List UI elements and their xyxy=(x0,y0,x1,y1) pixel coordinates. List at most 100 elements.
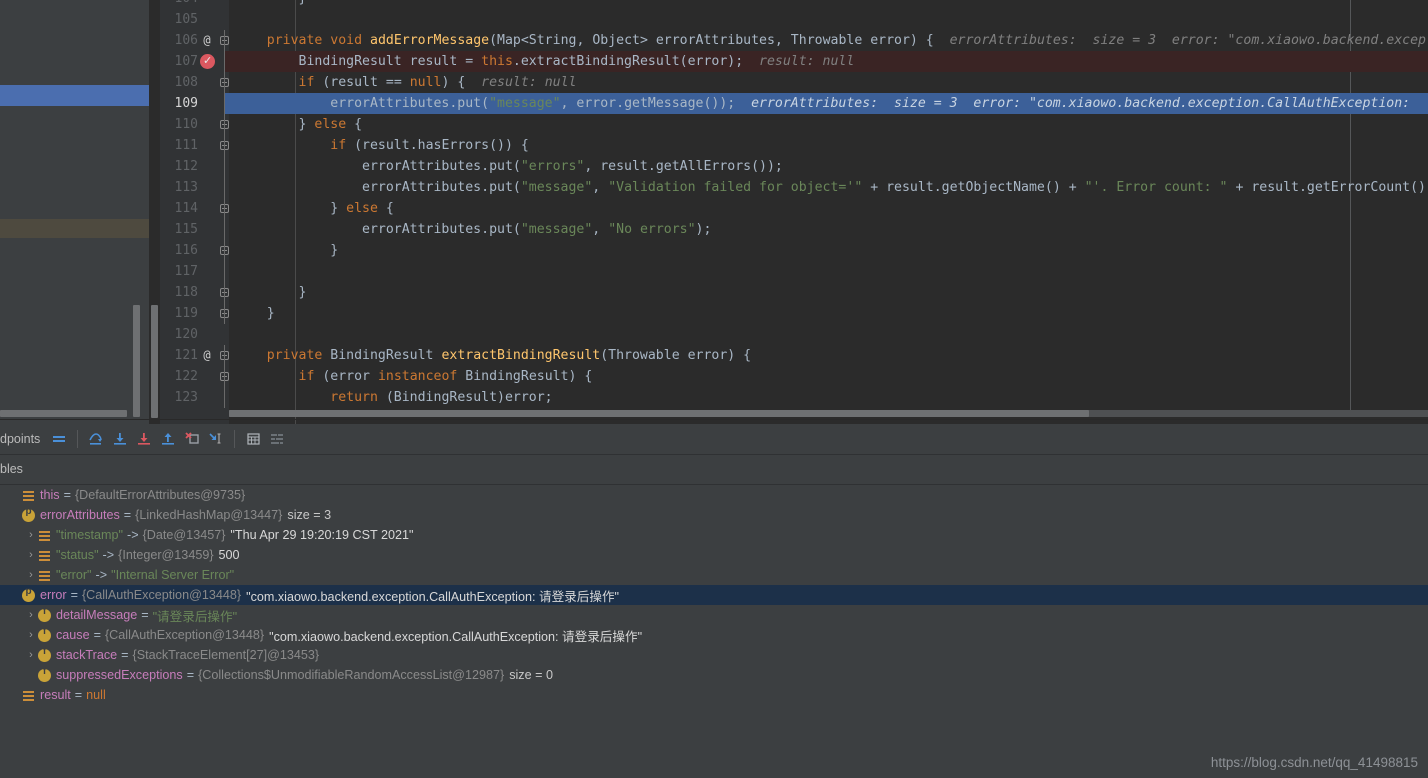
run-to-cursor-icon[interactable] xyxy=(205,428,227,450)
expand-arrow-icon[interactable]: › xyxy=(24,569,38,581)
left-panel-horizontal-scrollbar[interactable] xyxy=(0,410,127,417)
panel-divider[interactable] xyxy=(149,0,150,424)
expand-arrow-icon[interactable]: › xyxy=(8,489,22,501)
line-number: 118 xyxy=(174,285,198,300)
variable-name: detailMessage xyxy=(56,608,138,622)
code-text: private BindingResult extractBindingResu… xyxy=(266,348,752,363)
expand-arrow-icon[interactable]: › xyxy=(24,609,38,621)
watermark-url: https://blog.csdn.net/qq_41498815 xyxy=(1210,755,1418,770)
code-line[interactable]: 118 } xyxy=(160,282,1428,303)
code-line[interactable]: 111 if (result.hasErrors()) { xyxy=(160,135,1428,156)
variable-value: "Thu Apr 29 19:20:19 CST 2021" xyxy=(230,528,414,542)
variable-reference: {CallAuthException@13448} xyxy=(81,588,242,602)
step-out-icon[interactable] xyxy=(157,428,179,450)
variable-row[interactable]: › cause={CallAuthException@13448} "com.xia… xyxy=(0,625,1428,645)
variable-value: 500 xyxy=(218,548,240,562)
code-line[interactable]: 116 } xyxy=(160,240,1428,261)
variable-value: null xyxy=(86,688,106,702)
code-line[interactable]: 119 } xyxy=(160,303,1428,324)
debugger-toolbar: dpoints xyxy=(0,424,1428,454)
expand-arrow-icon[interactable]: › xyxy=(24,549,38,561)
variables-tree[interactable]: ›this={DefaultErrorAttributes@9735}›erro… xyxy=(0,485,1428,778)
code-viewport[interactable]: 104 } 105 106@ private void addErrorMessag… xyxy=(160,0,1428,424)
variable-value: "com.xiaowo.backend.exception.CallAuthEx… xyxy=(269,629,643,644)
drop-frame-icon[interactable] xyxy=(181,428,203,450)
variable-size: size = 3 xyxy=(287,508,332,522)
line-number: 106 xyxy=(174,33,198,48)
line-number: 105 xyxy=(174,12,198,27)
show-execution-point-icon[interactable] xyxy=(48,428,70,450)
editor-vertical-scrollbar[interactable] xyxy=(151,305,158,418)
code-line[interactable]: 107 BindingResult result = this.extractB… xyxy=(160,50,1428,72)
code-line[interactable]: 115 errorAttributes.put("message", "No e… xyxy=(160,219,1428,240)
variable-row[interactable]: › stackTrace={StackTraceElement[27]@13453… xyxy=(0,645,1428,665)
code-line[interactable]: 117 xyxy=(160,261,1428,282)
line-number: 122 xyxy=(174,369,198,384)
fold-guide-line xyxy=(224,387,225,408)
evaluate-expression-icon[interactable] xyxy=(242,428,264,450)
code-line[interactable]: 123 return (BindingResult)error; xyxy=(160,387,1428,408)
variable-assign-operator: = xyxy=(123,508,132,522)
variable-assign-operator: = xyxy=(121,648,129,662)
left-split-panel[interactable] xyxy=(0,0,149,424)
expand-arrow-icon[interactable]: › xyxy=(24,649,38,661)
code-line[interactable]: 106 @ private void addErrorMessage(Map<St… xyxy=(160,30,1428,51)
override-annotation-icon[interactable]: @ xyxy=(200,345,214,366)
variable-reference: {Collections$UnmodifiableRandomAccessLis… xyxy=(198,668,505,682)
code-line[interactable]: 105 xyxy=(160,9,1428,30)
breakpoint-icon[interactable] xyxy=(200,50,215,71)
code-line[interactable]: 112 errorAttributes.put("errors", result… xyxy=(160,156,1428,177)
editor-horizontal-scrollbar-thumb[interactable] xyxy=(229,410,1089,417)
fold-guide-line xyxy=(224,240,225,261)
variable-row[interactable]: › "error" -> "Internal Server Error" xyxy=(0,565,1428,585)
force-step-into-icon[interactable] xyxy=(133,428,155,450)
variable-row[interactable]: › this={DefaultErrorAttributes@9735} xyxy=(0,485,1428,505)
variable-row[interactable]: › result=null xyxy=(0,685,1428,705)
value-icon xyxy=(38,550,51,561)
value-icon xyxy=(38,570,51,581)
variable-name: result xyxy=(40,688,71,702)
debugger-panel: dpoints bles this = {DefaultErrorAttribu… xyxy=(0,424,1428,778)
code-line[interactable]: 113 errorAttributes.put("message", "Vali… xyxy=(160,177,1428,198)
line-number: 117 xyxy=(174,264,198,279)
code-line[interactable]: 109 errorAttributes.put("message", error… xyxy=(160,93,1428,114)
step-into-icon[interactable] xyxy=(109,428,131,450)
override-annotation-icon[interactable]: @ xyxy=(200,30,214,51)
code-line[interactable]: 108 if (result == null) { result: null xyxy=(160,72,1428,93)
code-line[interactable]: 120 xyxy=(160,324,1428,345)
settings-icon[interactable] xyxy=(266,428,288,450)
variable-row[interactable]: › "status" -> {Integer@13459} 500 xyxy=(0,545,1428,565)
tab-variables[interactable]: bles xyxy=(0,462,23,476)
variable-row[interactable]: › error={CallAuthException@13448} "com.xia… xyxy=(0,585,1428,605)
fold-guide-line xyxy=(224,345,225,366)
left-panel-vertical-scrollbar[interactable] xyxy=(133,305,140,417)
variable-name: error xyxy=(40,588,67,602)
parameter-icon xyxy=(22,506,35,522)
line-number: 107 xyxy=(174,54,198,69)
expand-arrow-icon[interactable]: › xyxy=(8,509,22,521)
tab-breakpoints[interactable]: dpoints xyxy=(0,432,40,446)
code-line[interactable]: 122 if (error instanceof BindingResult) … xyxy=(160,366,1428,387)
variable-row[interactable]: › detailMessage="请登录后操作" xyxy=(0,605,1428,625)
code-line[interactable]: 104 } xyxy=(160,0,1428,9)
expand-arrow-icon[interactable]: › xyxy=(24,669,38,681)
variable-value: "请登录后操作" xyxy=(152,609,238,624)
variable-row[interactable]: › "timestamp" -> {Date@13457} "Thu Apr 29 19… xyxy=(0,525,1428,545)
variable-assign-operator: = xyxy=(70,588,78,602)
variable-row[interactable]: › errorAttributes={LinkedHashMap@13447} si… xyxy=(0,505,1428,525)
variable-assign-operator: = xyxy=(63,488,71,502)
code-text: if (result.hasErrors()) { xyxy=(330,138,529,153)
expand-arrow-icon[interactable]: › xyxy=(24,629,38,641)
code-line[interactable]: 110 } else { xyxy=(160,114,1428,135)
variable-row[interactable]: › suppressedExceptions={Collections$Unmod… xyxy=(0,665,1428,685)
expand-arrow-icon[interactable]: › xyxy=(24,529,38,541)
expand-arrow-icon[interactable]: › xyxy=(8,589,22,601)
variable-assign-operator: = xyxy=(93,628,101,642)
code-line[interactable]: 114 } else { xyxy=(160,198,1428,219)
code-line[interactable]: 121 @ private BindingResult extractBindin… xyxy=(160,345,1428,366)
step-over-icon[interactable] xyxy=(85,428,107,450)
value-icon xyxy=(22,490,35,501)
line-number: 113 xyxy=(174,180,198,195)
fold-guide-line xyxy=(224,261,225,282)
expand-arrow-icon[interactable]: › xyxy=(8,689,22,701)
